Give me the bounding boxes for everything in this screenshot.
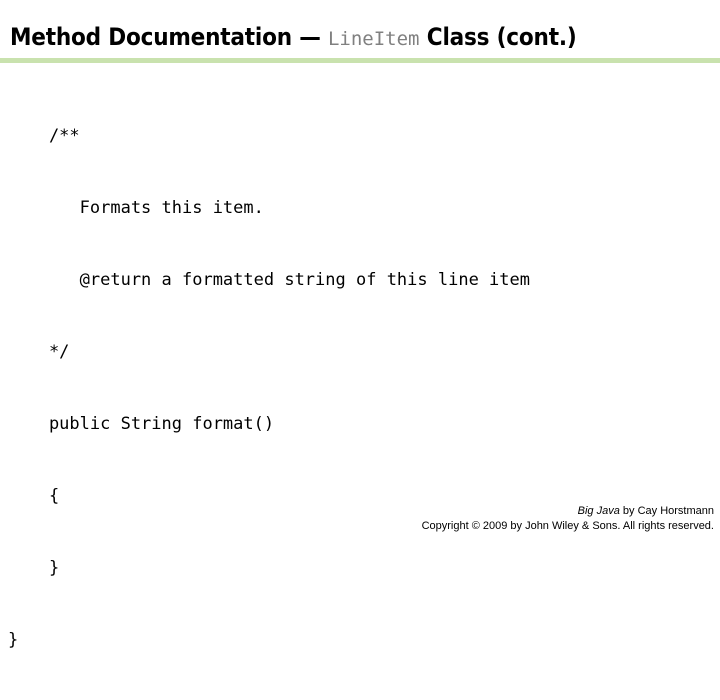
code-listing: /** Formats this item. @return a formatt… <box>8 76 708 700</box>
title-em-dash: — <box>299 23 321 51</box>
title-prefix: Method Documentation <box>10 23 300 51</box>
code-line: public String format() <box>8 414 275 434</box>
code-line: } <box>8 558 60 578</box>
code-line: } <box>8 630 19 650</box>
code-line: */ <box>8 342 70 362</box>
title-class-name: LineItem <box>327 28 420 50</box>
footer-author: by Cay Horstmann <box>619 505 714 517</box>
title-suffix: Class (cont.) <box>419 23 577 51</box>
page-title: Method Documentation — LineItem Class (c… <box>10 22 577 54</box>
footer-attribution: Big Java by Cay Horstmann <box>0 504 714 519</box>
code-line: /** <box>8 126 80 146</box>
title-divider-rule <box>0 58 720 63</box>
code-line: Formats this item. <box>8 198 264 218</box>
footer-copyright: Copyright © 2009 by John Wiley & Sons. A… <box>421 520 714 532</box>
slide-footer: Big Java by Cay Horstmann Copyright © 20… <box>0 504 714 534</box>
footer-book-title: Big Java <box>577 505 620 517</box>
slide-title-block: Method Documentation — LineItem Class (c… <box>10 20 710 56</box>
title-space-before-class <box>321 23 328 51</box>
slide-canvas: Method Documentation — LineItem Class (c… <box>0 0 720 650</box>
code-line: @return a formatted string of this line … <box>8 270 530 290</box>
